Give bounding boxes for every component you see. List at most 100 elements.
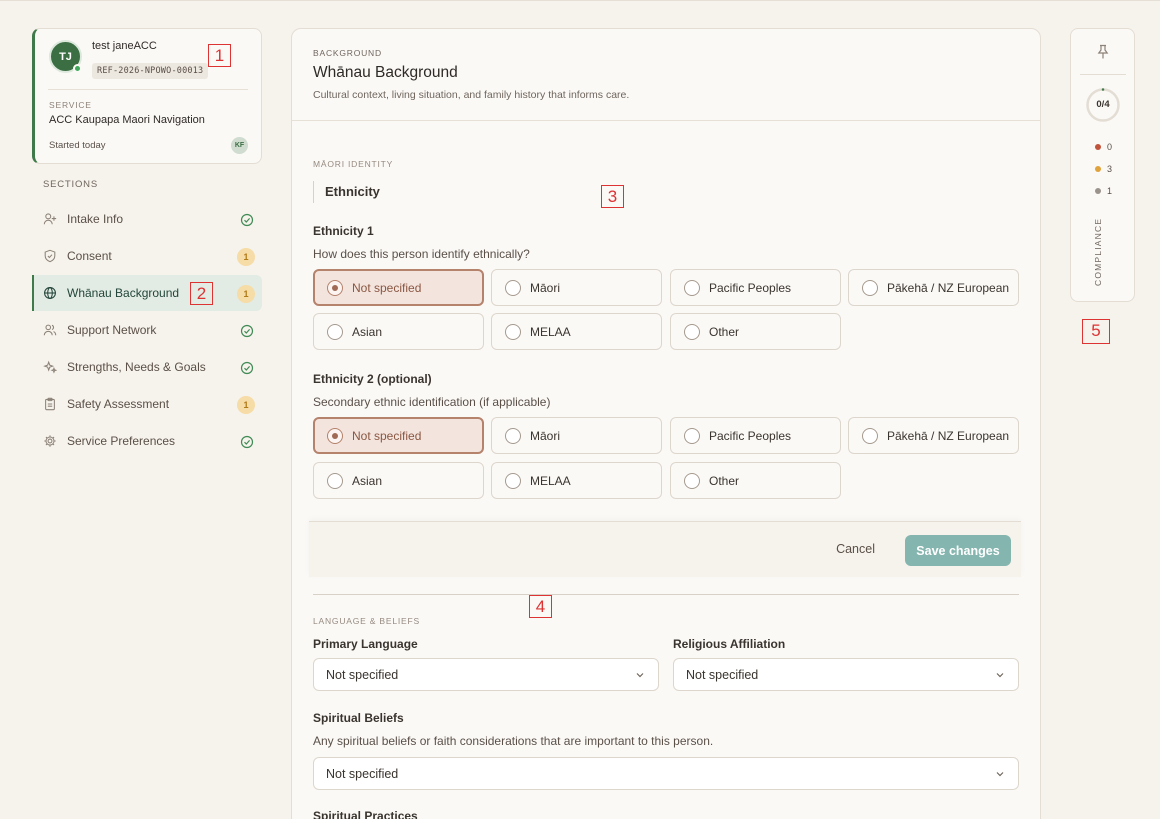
cancel-button[interactable]: Cancel [836,542,875,556]
spiritual-practices-label: Spiritual Practices [313,809,418,819]
section-kicker: BACKGROUND [313,48,382,58]
radio-icon [684,428,700,444]
ethnicity-1-option-maori[interactable]: Māori [491,269,662,306]
ethnicity-subheading: Ethnicity [313,181,380,203]
ethnicity-2-option-pacific-peoples[interactable]: Pacific Peoples [670,417,841,454]
page-subtitle: Cultural context, living situation, and … [313,89,630,101]
radio-icon [684,280,700,296]
annotation-marker-2: 2 [190,282,213,305]
gear-icon [44,435,56,447]
annotation-marker-4: 4 [529,595,552,618]
option-label: Other [709,324,740,339]
religious-affiliation-select[interactable]: Not specified [673,658,1019,691]
ethnicity-1-option-pacific-peoples[interactable]: Pacific Peoples [670,269,841,306]
check-circle-icon [240,435,254,449]
stat-info: 1 [1095,186,1112,196]
ethnicity-1-help: How does this person identify ethnically… [313,247,530,261]
clipboard-icon [45,397,55,411]
ethnicity-2-option-other[interactable]: Other [670,462,841,499]
option-label: MELAA [530,473,571,488]
option-label: Māori [530,428,561,443]
globe-icon [44,287,56,299]
sidebar-item-safety-assessment[interactable]: Safety Assessment 1 [32,386,262,422]
ethnicity-2-title: Ethnicity 2 (optional) [313,372,432,386]
ethnicity-2-option-asian[interactable]: Asian [313,462,484,499]
chevron-down-icon [996,772,1004,777]
section-divider [313,594,1019,595]
option-label: Asian [352,473,383,488]
sidebar-item-strengths-needs-goals[interactable]: Strengths, Needs & Goals [32,349,262,385]
sidebar-item-label: Support Network [67,323,157,337]
sections-nav: Intake Info Consent 1 Whānau Background … [32,201,262,460]
option-label: Pacific Peoples [709,280,792,295]
stat-value: 0 [1107,142,1113,152]
option-label: Not specified [352,280,422,295]
annotation-marker-5: 5 [1082,319,1110,344]
sidebar-item-support-network[interactable]: Support Network [32,312,262,348]
radio-icon [505,428,521,444]
annotation-marker-1: 1 [208,44,231,67]
radio-selected-icon [327,428,343,444]
radio-icon [327,324,343,340]
sidebar-item-service-preferences[interactable]: Service Preferences [32,423,262,459]
sidebar-item-intake-info[interactable]: Intake Info [32,201,262,237]
check-circle-icon [240,213,254,227]
ethnicity-2-option-not-specified[interactable]: Not specified [313,417,484,454]
primary-language-label: Primary Language [313,637,418,651]
assignee-avatar[interactable]: KF [231,137,248,154]
sections-heading: SECTIONS [43,179,98,190]
stat-value: 3 [1107,164,1113,174]
section-header: BACKGROUND Whānau Background Cultural co… [292,29,1040,121]
ethnicity-1-option-pakeha[interactable]: Pākehā / NZ European [848,269,1019,306]
started-text: Started today [49,140,106,151]
radio-icon [684,324,700,340]
online-status-dot [73,64,82,73]
sidebar-item-label: Safety Assessment [67,397,170,411]
ethnicity-1-title: Ethnicity 1 [313,224,374,238]
ethnicity-2-option-melaa[interactable]: MELAA [491,462,662,499]
spiritual-beliefs-select[interactable]: Not specified [313,757,1019,790]
sidebar-item-whanau-background[interactable]: Whānau Background 1 [32,275,262,311]
select-value: Not specified [686,668,759,682]
primary-language-select[interactable]: Not specified [313,658,659,691]
language-beliefs-label: LANGUAGE & BELIEFS [313,616,420,626]
ethnicity-2-option-pakeha[interactable]: Pākehā / NZ European [848,417,1019,454]
rail-divider [1080,74,1126,75]
option-label: Pacific Peoples [709,428,792,443]
option-label: Māori [530,280,561,295]
compliance-rail: 0/4 0 3 1 COMPLIANCE [1070,28,1135,302]
pin-icon[interactable] [1096,44,1110,60]
form-action-bar: Cancel Save changes [309,521,1021,577]
sidebar-item-label: Strengths, Needs & Goals [67,360,206,374]
save-changes-button[interactable]: Save changes [905,535,1011,566]
ethnicity-1-option-not-specified[interactable]: Not specified [313,269,484,306]
compliance-label[interactable]: COMPLIANCE [1093,218,1103,286]
maori-identity-label: MĀORI IDENTITY [313,159,394,169]
radio-icon [505,473,521,489]
spiritual-beliefs-label: Spiritual Beliefs [313,711,404,725]
pending-count-badge: 1 [237,285,255,303]
stat-warning: 3 [1095,164,1112,174]
chevron-down-icon [996,673,1004,678]
religious-affiliation-label: Religious Affiliation [673,637,786,651]
compliance-progress-text: 0/4 [1096,99,1110,110]
radio-icon [684,473,700,489]
check-circle-icon [240,324,254,338]
user-plus-icon [43,213,57,225]
ethnicity-1-option-melaa[interactable]: MELAA [491,313,662,350]
option-label: Asian [352,324,383,339]
ethnicity-2-option-maori[interactable]: Māori [491,417,662,454]
ethnicity-1-option-asian[interactable]: Asian [313,313,484,350]
sidebar-item-label: Consent [67,249,112,263]
ethnicity-1-option-other[interactable]: Other [670,313,841,350]
option-label: MELAA [530,324,571,339]
option-label: Not specified [352,428,422,443]
sidebar-item-consent[interactable]: Consent 1 [32,238,262,274]
top-border [0,0,1160,1]
ethnicity-2-help: Secondary ethnic identification (if appl… [313,395,551,409]
card-divider [48,89,248,90]
stat-critical: 0 [1095,142,1112,152]
radio-icon [327,473,343,489]
spiritual-beliefs-help: Any spiritual beliefs or faith considera… [313,734,714,748]
radio-icon [505,324,521,340]
